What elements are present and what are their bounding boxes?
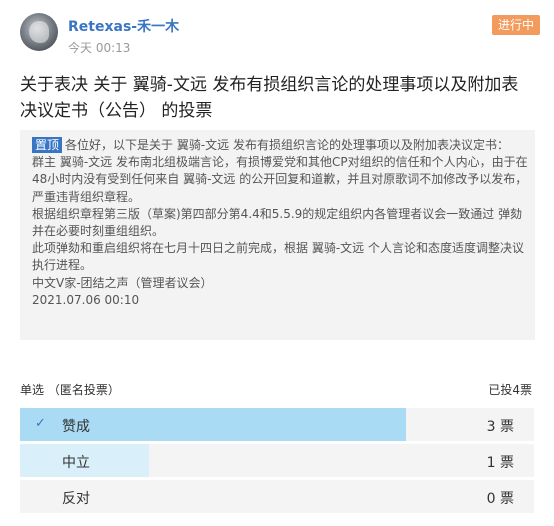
vote-type-label: 单选 （匿名投票） <box>20 383 120 397</box>
vote-option-count: 0 票 <box>486 491 514 507</box>
vote-option-count: 3 票 <box>486 419 514 435</box>
vote-option-label: 中立 <box>62 455 90 471</box>
vote-total-label: 已投4票 <box>488 383 532 397</box>
status-badge: 进行中 <box>491 15 540 35</box>
post-header: Retexas-禾一木 今天 00:13 进行中 <box>0 0 554 62</box>
vote-option-approve[interactable]: ✓ 赞成 3 票 <box>20 408 534 441</box>
vote-option-label: 反对 <box>62 491 90 507</box>
content-signature: 中文V家-团结之声（管理者议会） <box>32 275 213 290</box>
post-content: 置顶 各位好，以下是关于 翼骑-文远 发布有损组织言论的处理事项以及附加表决议定书… <box>20 130 535 340</box>
content-paragraph: 群主 翼骑-文远 发布南北组极端言论，有损博爱党和其他CP对组织的信任和个人内心… <box>32 155 528 204</box>
content-text: 置顶 各位好，以下是关于 翼骑-文远 发布有损组织言论的处理事项以及附加表决议定书… <box>32 137 528 309</box>
vote-option-count: 1 票 <box>486 455 514 471</box>
content-date: 2021.07.06 00:10 <box>32 292 140 307</box>
vote-option-neutral[interactable]: 中立 1 票 <box>20 444 534 477</box>
content-paragraph: 根据组织章程第三版（草案)第四部分第4.4和5.5.9的规定组织内各管理者议会一… <box>32 206 523 239</box>
content-paragraph: 置顶 各位好，以下是关于 翼骑-文远 发布有损组织言论的处理事项以及附加表决议定书… <box>32 137 528 154</box>
pin-tag: 置顶 <box>32 137 63 153</box>
avatar[interactable] <box>20 13 58 51</box>
username-link[interactable]: Retexas-禾一木 <box>68 16 179 36</box>
check-icon: ✓ <box>35 416 46 431</box>
page-title: 关于表决 关于 翼骑-文远 发布有损组织言论的处理事项以及附加表决议定书（公告）… <box>20 75 519 121</box>
vote-option-label: 赞成 <box>62 419 90 435</box>
content-paragraph: 此项弹劾和重启组织将在七月十四日之前完成，根据 翼骑-文远 个人言论和态度适度调… <box>32 241 524 273</box>
post-time: 今天 00:13 <box>68 41 131 55</box>
vote-option-oppose[interactable]: 反对 0 票 <box>20 480 534 513</box>
